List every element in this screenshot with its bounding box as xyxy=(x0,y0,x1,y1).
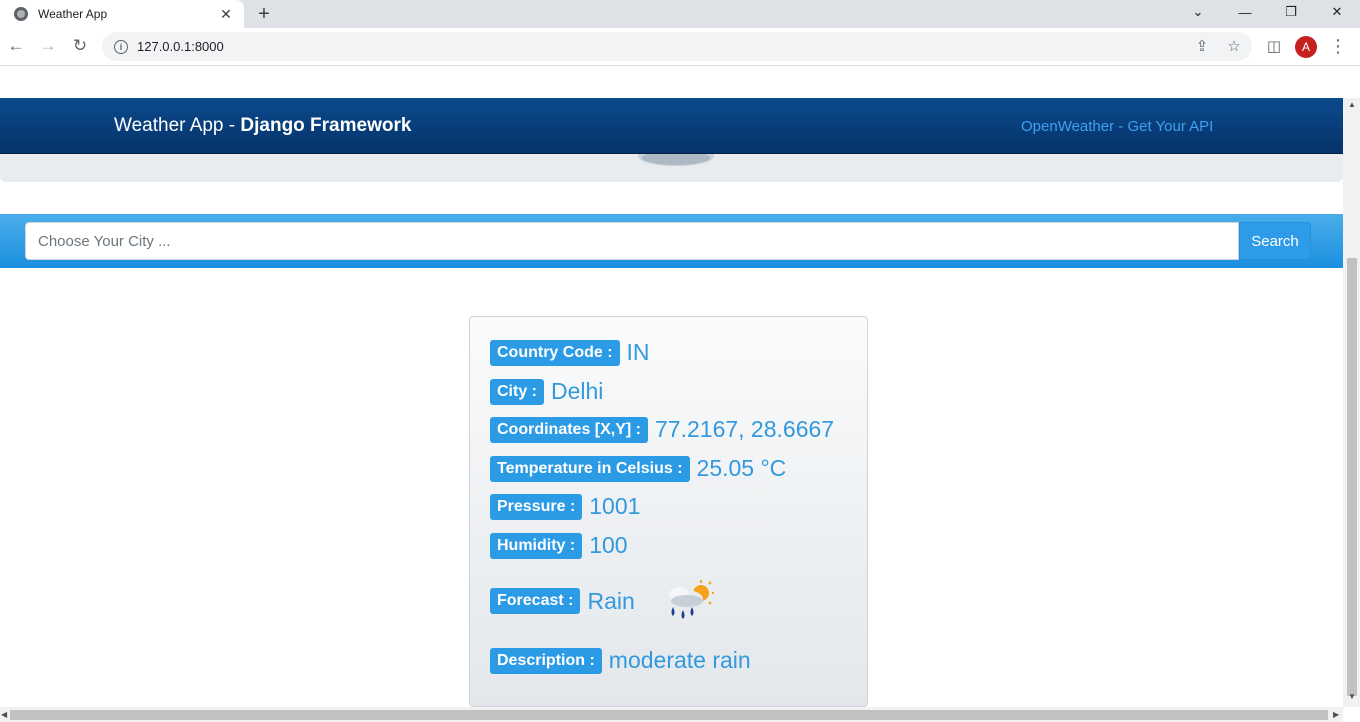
humidity-value: 100 xyxy=(589,532,628,558)
forward-icon[interactable]: → xyxy=(36,34,60,58)
restore-button[interactable]: ❐ xyxy=(1268,0,1314,24)
description-row: Description : moderate rain xyxy=(490,647,751,674)
city-label: City : xyxy=(490,378,544,405)
new-tab-button[interactable]: + xyxy=(252,2,276,26)
rain-sun-icon xyxy=(666,580,714,619)
horizontal-scroll-thumb[interactable] xyxy=(10,710,1328,720)
temperature-row: Temperature in Celsius : 25.05 °C xyxy=(490,455,786,482)
browser-toolbar: ← → ↻ i 127.0.0.1:8000 ⇪ ☆ ◫ ⋮ xyxy=(0,28,1360,66)
pressure-value: 1001 xyxy=(589,493,641,519)
scroll-right-arrow-icon[interactable]: ▶ xyxy=(1333,710,1339,719)
tab-strip: Weather App ✕ + ⌄ — ❐ ✕ xyxy=(0,0,1360,28)
address-bar[interactable]: i 127.0.0.1:8000 xyxy=(102,32,1252,61)
coordinates-row: Coordinates [X,Y] : 77.2167, 28.6667 xyxy=(490,416,834,443)
city-value: Delhi xyxy=(551,378,604,404)
temperature-label: Temperature in Celsius : xyxy=(490,455,690,482)
close-tab-icon[interactable]: ✕ xyxy=(216,4,236,24)
country-code-value: IN xyxy=(626,339,650,365)
share-icon[interactable]: ⇪ xyxy=(1190,34,1214,58)
vertical-scroll-thumb[interactable] xyxy=(1347,258,1357,696)
city-search-input[interactable] xyxy=(25,222,1239,260)
pressure-row: Pressure : 1001 xyxy=(490,493,640,520)
close-window-button[interactable]: ✕ xyxy=(1314,0,1360,24)
coordinates-label: Coordinates [X,Y] : xyxy=(490,416,649,443)
horizontal-scrollbar[interactable]: ◀ ▶ xyxy=(0,707,1343,722)
site-info-icon[interactable]: i xyxy=(114,39,128,54)
scroll-left-arrow-icon[interactable]: ◀ xyxy=(1,710,7,719)
browser-tab[interactable]: Weather App ✕ xyxy=(0,0,244,28)
vertical-scrollbar[interactable]: ▲ ▼ xyxy=(1343,98,1360,707)
country-code-label: Country Code : xyxy=(490,339,620,366)
back-icon[interactable]: ← xyxy=(4,34,28,58)
navbar: Weather App - Django Framework OpenWeath… xyxy=(0,98,1343,154)
forecast-value: Rain xyxy=(587,587,635,614)
forecast-row: Forecast : Rain xyxy=(490,579,715,623)
forecast-label: Forecast : xyxy=(490,588,581,614)
brand-title[interactable]: Weather App - Django Framework xyxy=(114,115,411,137)
tab-title: Weather App xyxy=(38,7,108,21)
minimize-button[interactable]: — xyxy=(1222,0,1268,24)
bookmark-star-icon[interactable]: ☆ xyxy=(1222,34,1246,58)
coordinates-value: 77.2167, 28.6667 xyxy=(655,416,835,442)
page-viewport: Weather App - Django Framework OpenWeath… xyxy=(0,66,1343,707)
reload-icon[interactable]: ↻ xyxy=(68,34,92,58)
humidity-row: Humidity : 100 xyxy=(490,532,628,559)
brand-prefix: Weather App - xyxy=(114,115,241,136)
city-row: City : Delhi xyxy=(490,378,603,405)
cloud-icon xyxy=(638,154,714,166)
search-button[interactable]: Search xyxy=(1239,222,1311,260)
url-text[interactable]: 127.0.0.1:8000 xyxy=(137,39,224,54)
profile-avatar[interactable]: A xyxy=(1295,36,1317,58)
brand-bold: Django Framework xyxy=(240,115,412,136)
humidity-label: Humidity : xyxy=(490,532,583,559)
weather-card: Country Code : IN City : Delhi Coordinat… xyxy=(469,316,868,707)
menu-icon[interactable]: ⋮ xyxy=(1326,34,1350,58)
temperature-value: 25.05 °C xyxy=(696,455,787,481)
description-value: moderate rain xyxy=(608,647,751,673)
scroll-down-arrow-icon[interactable]: ▼ xyxy=(1348,692,1356,701)
description-label: Description : xyxy=(490,647,602,674)
scroll-up-arrow-icon[interactable]: ▲ xyxy=(1348,100,1356,109)
tab-search-icon[interactable]: ⌄ xyxy=(1175,0,1221,24)
pressure-label: Pressure : xyxy=(490,493,583,520)
country-code-row: Country Code : IN xyxy=(490,339,650,366)
openweather-api-link[interactable]: OpenWeather - Get Your API xyxy=(1021,118,1213,135)
search-bar: Search xyxy=(0,214,1343,268)
globe-icon xyxy=(14,7,28,21)
side-panel-icon[interactable]: ◫ xyxy=(1262,34,1286,58)
